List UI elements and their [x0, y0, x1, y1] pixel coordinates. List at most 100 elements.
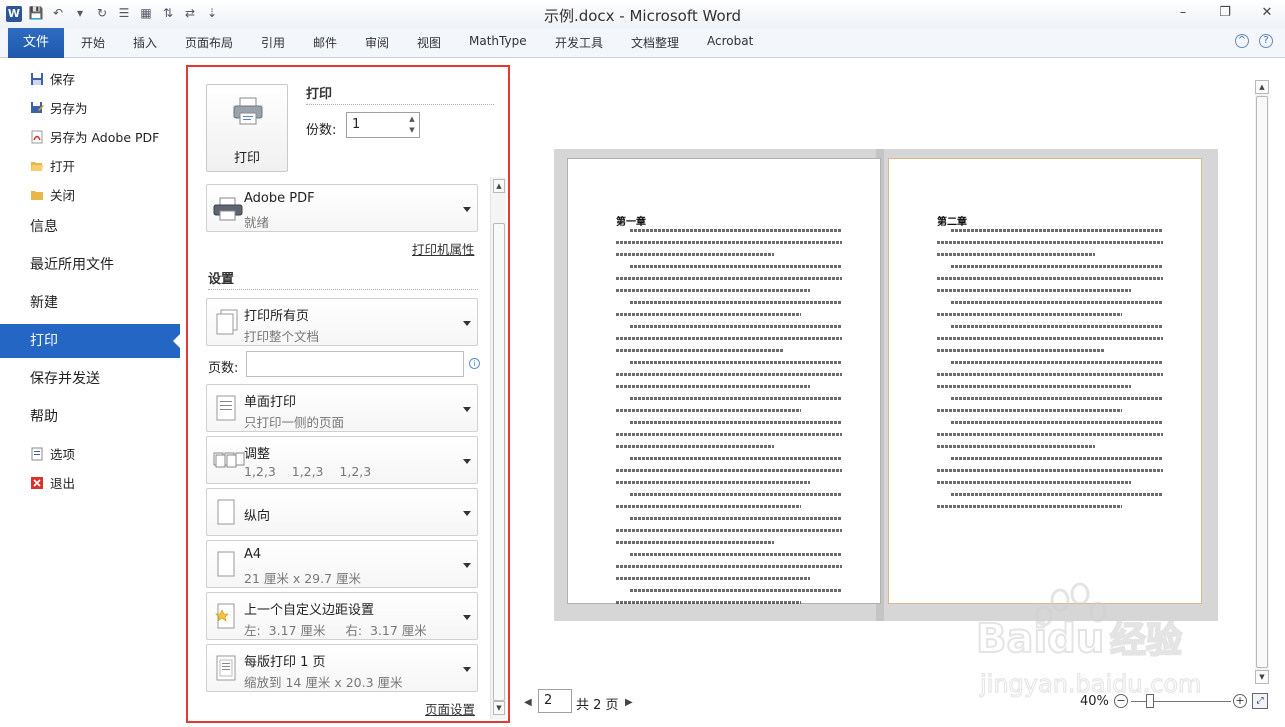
- orientation-select[interactable]: 纵向: [206, 488, 478, 536]
- nav-recent[interactable]: 最近所用文件: [0, 248, 180, 282]
- paper-size-dropdown-icon: [463, 563, 471, 568]
- pages-per-sheet-select[interactable]: 每版打印 1 页 缩放到 14 厘米 x 20.3 厘米: [206, 644, 478, 692]
- nav-print[interactable]: 打印: [0, 324, 181, 358]
- margins-subtitle: 左: 3.17 厘米 右: 3.17 厘米: [244, 623, 427, 638]
- page-2-heading: 第二章: [937, 217, 967, 228]
- minimize-ribbon-icon[interactable]: ^: [1235, 34, 1249, 48]
- collate-subtitle: 1,2,3 1,2,3 1,2,3: [244, 464, 372, 479]
- nav-save-and-send[interactable]: 保存并发送: [0, 362, 180, 396]
- duplex-select[interactable]: 单面打印 只打印一侧的页面: [206, 384, 478, 432]
- current-page-input[interactable]: 2: [538, 689, 572, 713]
- tab-review[interactable]: 审阅: [365, 34, 389, 51]
- orientation-title: 纵向: [244, 509, 271, 524]
- copies-value: 1: [352, 117, 361, 132]
- printer-status: 就绪: [244, 215, 270, 230]
- paper-size-select[interactable]: A4 21 厘米 x 29.7 厘米: [206, 540, 478, 588]
- zoom-out-icon[interactable]: −: [1114, 694, 1128, 708]
- nav-options[interactable]: 选项: [30, 444, 75, 463]
- tab-acrobat[interactable]: Acrobat: [707, 34, 753, 48]
- margins-dropdown-icon: [463, 615, 471, 620]
- print-section-title: 打印: [306, 87, 333, 102]
- nav-save-as-pdf[interactable]: 另存为 Adobe PDF: [30, 127, 159, 146]
- print-button-label: 打印: [233, 151, 260, 166]
- tab-document-tidy[interactable]: 文档整理: [631, 34, 679, 51]
- restore-button[interactable]: ❐: [1215, 4, 1235, 22]
- ribbon-tab-bar: 开始 插入 页面布局 引用 邮件 审阅 视图 MathType 开发工具 文档整…: [0, 28, 1285, 58]
- preview-scroll-thumb[interactable]: [1256, 96, 1268, 668]
- nav-close-label: 关闭: [50, 188, 76, 203]
- nav-close[interactable]: 关闭: [30, 185, 75, 204]
- page-setup-link[interactable]: 页面设置: [425, 699, 475, 718]
- tab-developer[interactable]: 开发工具: [555, 34, 603, 51]
- zoom-level[interactable]: 40%: [1080, 694, 1109, 709]
- nav-save[interactable]: 保存: [30, 69, 75, 88]
- options-icon: [31, 447, 43, 460]
- watermark-brand: Baidu: [976, 616, 1104, 662]
- pages-info-icon[interactable]: i: [469, 358, 480, 369]
- print-range-select[interactable]: 打印所有页 打印整个文档: [206, 298, 478, 346]
- print-range-dropdown-icon: [463, 321, 471, 326]
- margins-select[interactable]: 上一个自定义边距设置 左: 3.17 厘米 右: 3.17 厘米: [206, 592, 478, 640]
- close-button[interactable]: ✕: [1257, 4, 1277, 22]
- printer-properties-link[interactable]: 打印机属性: [412, 239, 475, 258]
- print-settings-panel: 打印 打印 份数: 1 ▲ ▼ Adobe PDF 就绪 打印机属性 设置 打印…: [186, 65, 510, 723]
- printer-device-icon: [213, 197, 243, 221]
- printer-select[interactable]: Adobe PDF 就绪: [206, 184, 478, 232]
- collate-icon: [213, 452, 245, 468]
- nav-save-as[interactable]: 另存为: [30, 98, 88, 117]
- preview-scrollbar[interactable]: ▲ ▼: [1255, 80, 1269, 684]
- settings-scroll-thumb[interactable]: [493, 223, 505, 701]
- portrait-icon: [217, 499, 235, 525]
- pages-input[interactable]: [246, 351, 464, 377]
- collate-title: 调整: [244, 447, 271, 462]
- copies-stepper[interactable]: 1 ▲ ▼: [346, 112, 420, 138]
- exit-icon: [31, 476, 43, 489]
- save-as-icon: [31, 101, 44, 113]
- settings-scroll-up-icon[interactable]: ▲: [493, 179, 505, 193]
- watermark-brand-cn: 经验: [1110, 620, 1182, 661]
- collate-dropdown-icon: [463, 459, 471, 464]
- close-folder-icon: [31, 190, 43, 200]
- paper-size-title: A4: [244, 547, 262, 562]
- open-folder-icon: [31, 161, 43, 171]
- print-button[interactable]: 打印: [206, 84, 288, 172]
- help-icon[interactable]: ?: [1259, 34, 1273, 48]
- orientation-dropdown-icon: [463, 511, 471, 516]
- zoom-to-page-icon[interactable]: ⤢: [1252, 693, 1268, 709]
- zoom-slider-thumb[interactable]: [1146, 694, 1154, 708]
- preview-page-2: 第二章: [888, 158, 1202, 604]
- window-title: 示例.docx - Microsoft Word: [543, 7, 742, 25]
- pdf-icon: [31, 130, 43, 143]
- settings-scrollbar[interactable]: ▲ ▼: [490, 177, 506, 719]
- nav-open[interactable]: 打开: [30, 156, 75, 175]
- pages-per-sheet-subtitle: 缩放到 14 厘米 x 20.3 厘米: [244, 675, 403, 690]
- tab-insert[interactable]: 插入: [133, 34, 157, 51]
- nav-exit[interactable]: 退出: [30, 473, 75, 492]
- zoom-in-icon[interactable]: +: [1233, 694, 1247, 708]
- settings-divider: [208, 289, 478, 290]
- minimize-button[interactable]: –: [1173, 4, 1193, 22]
- print-title-divider: [306, 104, 494, 105]
- settings-scroll-down-icon[interactable]: ▼: [493, 701, 505, 715]
- tab-home[interactable]: 开始: [81, 34, 105, 51]
- tab-mailings[interactable]: 邮件: [313, 34, 337, 51]
- preview-page-1: 第一章: [567, 158, 881, 604]
- nav-save-as-pdf-label: 另存为 Adobe PDF: [50, 130, 160, 145]
- preview-scroll-down-icon[interactable]: ▼: [1255, 670, 1269, 684]
- previous-page-icon[interactable]: ◀: [524, 697, 532, 708]
- tab-page-layout[interactable]: 页面布局: [185, 34, 233, 51]
- tab-references[interactable]: 引用: [261, 34, 285, 51]
- copies-down-icon[interactable]: ▼: [407, 126, 417, 134]
- pages-per-sheet-icon: [216, 655, 236, 681]
- print-range-subtitle: 打印整个文档: [244, 329, 320, 344]
- tab-view[interactable]: 视图: [417, 34, 441, 51]
- tab-file[interactable]: 文件: [8, 28, 64, 58]
- preview-scroll-up-icon[interactable]: ▲: [1255, 80, 1269, 94]
- collate-select[interactable]: 调整 1,2,3 1,2,3 1,2,3: [206, 436, 478, 484]
- copies-up-icon[interactable]: ▲: [407, 115, 417, 123]
- next-page-icon[interactable]: ▶: [625, 697, 633, 708]
- nav-info[interactable]: 信息: [0, 210, 180, 244]
- nav-new[interactable]: 新建: [0, 286, 180, 320]
- tab-mathtype[interactable]: MathType: [469, 34, 527, 48]
- nav-help[interactable]: 帮助: [0, 400, 180, 434]
